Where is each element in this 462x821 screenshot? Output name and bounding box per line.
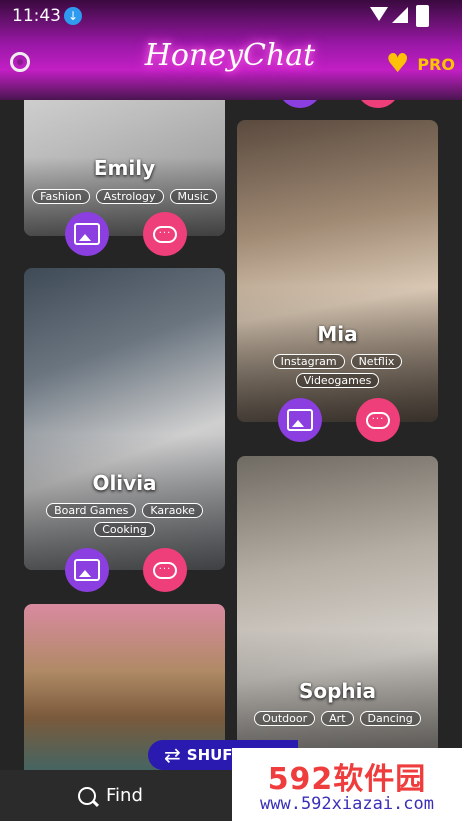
image-icon <box>74 559 100 581</box>
interest-tag: Instagram <box>272 354 345 369</box>
profile-card-sophia[interactable]: Sophia Outdoor Art Dancing <box>237 456 438 770</box>
download-icon: ↓ <box>64 7 82 25</box>
app-logo: HoneyChat <box>144 38 316 73</box>
pro-button[interactable]: ♥ PRO <box>386 50 455 78</box>
interest-tag: Netflix <box>350 354 403 369</box>
gallery-button[interactable] <box>65 548 109 592</box>
find-tab[interactable]: Find <box>78 785 143 806</box>
profile-name: Sophia <box>298 679 377 703</box>
pro-label: PRO <box>417 54 455 74</box>
interest-tag: Music <box>169 189 217 204</box>
interest-tags: Board Games Karaoke Cooking <box>24 503 225 537</box>
find-label: Find <box>106 785 143 806</box>
watermark: 592软件园 www.592xiazai.com <box>232 748 462 821</box>
interest-tag: Fashion <box>32 189 90 204</box>
status-bar: 11:43 ↓ <box>0 0 462 30</box>
chat-button[interactable]: ··· <box>143 548 187 592</box>
profile-card-mia[interactable]: Mia Instagram Netflix Videogames <box>237 120 438 422</box>
interest-tag: Cooking <box>94 522 155 537</box>
interest-tags: Instagram Netflix Videogames <box>237 354 438 388</box>
interest-tag: Dancing <box>359 711 421 726</box>
image-icon <box>74 223 100 245</box>
chat-bubble-icon: ··· <box>153 225 177 243</box>
interest-tag: Videogames <box>295 373 380 388</box>
interest-tag: Board Games <box>46 503 137 518</box>
chat-button[interactable]: ··· <box>356 398 400 442</box>
status-time: 11:43 <box>12 6 61 26</box>
chat-bubble-icon: ··· <box>153 561 177 579</box>
image-icon <box>287 409 313 431</box>
gallery-button[interactable] <box>65 212 109 256</box>
interest-tag: Astrology <box>95 189 164 204</box>
signal-icon <box>392 7 408 23</box>
gallery-button[interactable] <box>278 398 322 442</box>
watermark-url: www.592xiazai.com <box>260 794 434 814</box>
heart-icon: ♥ <box>386 49 410 79</box>
chat-bubble-icon: ··· <box>366 411 390 429</box>
interest-tag: Outdoor <box>254 711 316 726</box>
battery-icon <box>416 5 429 27</box>
interest-tags: Outdoor Art Dancing <box>237 711 438 726</box>
search-icon <box>78 786 96 805</box>
profile-name: Emily <box>93 156 156 180</box>
wifi-icon <box>370 7 388 21</box>
interest-tag: Art <box>321 711 354 726</box>
profile-name: Mia <box>317 322 358 346</box>
profile-name: Olivia <box>92 471 157 495</box>
gear-icon[interactable] <box>10 52 30 72</box>
app-header: 11:43 ↓ HoneyChat ♥ PRO <box>0 0 462 100</box>
chat-button[interactable]: ··· <box>143 212 187 256</box>
watermark-title: 592软件园 <box>267 762 427 797</box>
interest-tag: Karaoke <box>142 503 203 518</box>
interest-tags: Fashion Astrology Music <box>24 189 225 204</box>
shuffle-icon: ⇄ <box>164 743 181 767</box>
profile-card-olivia[interactable]: Olivia Board Games Karaoke Cooking <box>24 268 225 570</box>
